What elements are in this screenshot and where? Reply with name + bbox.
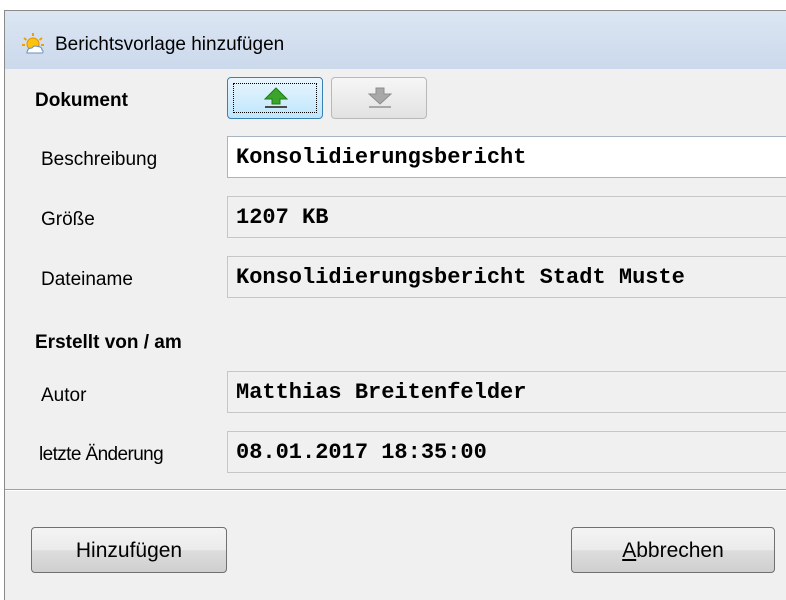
dialog-window: Berichtsvorlage hinzufügen Dokument Besc… bbox=[4, 10, 786, 600]
section-label-created: Erstellt von / am bbox=[35, 332, 182, 353]
label-filename: Dateiname bbox=[41, 269, 133, 290]
download-arrow-icon bbox=[368, 87, 392, 108]
size-field: 1207 KB bbox=[227, 196, 786, 238]
label-modified: letzte Änderung bbox=[39, 444, 164, 465]
modified-field: 08.01.2017 18:35:00 bbox=[227, 431, 786, 473]
download-button[interactable] bbox=[331, 77, 427, 119]
label-size: Größe bbox=[41, 209, 95, 230]
upload-button[interactable] bbox=[227, 77, 323, 119]
filename-field: Konsolidierungsbericht Stadt Muste bbox=[227, 256, 786, 298]
label-author: Autor bbox=[41, 385, 87, 406]
author-field: Matthias Breitenfelder bbox=[227, 371, 786, 413]
description-input[interactable]: Konsolidierungsbericht bbox=[227, 136, 786, 178]
window-title: Berichtsvorlage hinzufügen bbox=[55, 34, 285, 55]
cancel-mnemonic: A bbox=[622, 539, 637, 562]
label-description: Beschreibung bbox=[41, 149, 158, 170]
cancel-label: bbrechen bbox=[636, 539, 724, 562]
add-button[interactable]: Hinzufügen bbox=[31, 527, 227, 573]
upload-arrow-icon bbox=[264, 87, 288, 108]
title-bar[interactable]: Berichtsvorlage hinzufügen bbox=[5, 11, 786, 69]
section-label-document: Dokument bbox=[35, 90, 128, 111]
separator bbox=[5, 489, 786, 491]
cancel-button[interactable]: Abbrechen bbox=[571, 527, 775, 573]
weather-sun-icon bbox=[21, 32, 45, 56]
